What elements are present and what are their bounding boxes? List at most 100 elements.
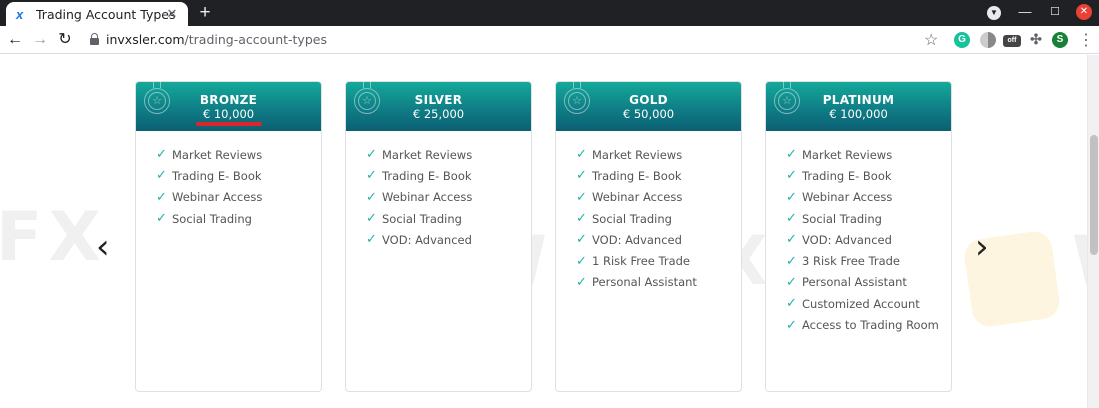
feature-item: ✓ Social Trading [786,208,939,229]
checkmark-icon: ✓ [156,211,167,227]
checkmark-icon: ✓ [786,317,797,333]
carousel-prev-arrow[interactable]: ‹ [96,230,110,264]
extensions-puzzle-icon[interactable]: ✣ [1028,31,1044,47]
url-host: invxsler.com [106,32,185,47]
checkmark-icon: ✓ [786,189,797,205]
feature-label: Trading E- Book [592,168,682,183]
window-close-icon[interactable]: ✕ [1076,4,1092,20]
feature-item: ✓ Market Reviews [156,144,262,165]
feature-item: ✓ 3 Risk Free Trade [786,250,939,271]
checkmark-icon: ✓ [576,211,587,227]
tab-search-dropdown-icon[interactable]: ▼ [987,6,1001,20]
checkmark-icon: ✓ [156,147,167,163]
feature-label: Market Reviews [802,147,893,162]
feature-item: ✓ Webinar Access [786,187,939,208]
feature-item: ✓ VOD: Advanced [366,229,472,250]
plan-price: € 10,000 [202,107,255,121]
checkmark-icon: ✓ [576,147,587,163]
checkmark-icon: ✓ [366,168,377,184]
feature-label: Market Reviews [172,147,263,162]
checkmark-icon: ✓ [576,168,587,184]
lock-icon[interactable] [90,33,99,45]
page-scrollbar[interactable] [1087,55,1099,408]
feature-label: Customized Account [802,296,920,311]
plan-header: ☆ BRONZE € 10,000 [136,80,321,131]
back-arrow-icon[interactable]: ← [5,30,25,50]
checkmark-icon: ✓ [156,168,167,184]
feature-list: ✓ Market Reviews ✓ Trading E- Book ✓ Webinar … [786,144,939,336]
tab-title: Trading Account Types [36,6,176,22]
plan-card-gold: ☆ GOLD € 50,000 ✓ Market Reviews ✓ Trading … [555,80,742,392]
feature-item: ✓ Webinar Access [576,187,697,208]
feature-list: ✓ Market Reviews ✓ Trading E- Book ✓ Webinar … [156,144,262,229]
checkmark-icon: ✓ [786,168,797,184]
feature-label: Webinar Access [172,190,263,205]
feature-item: ✓ Market Reviews [366,144,472,165]
checkmark-icon: ✓ [576,253,587,269]
forward-arrow-icon[interactable]: → [30,30,50,50]
plan-name: BRONZE [199,93,258,107]
scrollbar-thumb[interactable] [1090,135,1098,255]
contrast-extension-icon[interactable] [980,32,996,48]
feature-label: Social Trading [382,211,462,226]
plan-header: ☆ GOLD € 50,000 [556,80,741,131]
feature-item: ✓ Market Reviews [576,144,697,165]
checkmark-icon: ✓ [366,189,377,205]
plan-header: ☆ SILVER € 25,000 [346,80,531,131]
feature-item: ✓ Personal Assistant [786,272,939,293]
window-minimize-icon[interactable]: — [1016,3,1034,21]
feature-label: Webinar Access [802,190,893,205]
grammarly-extension-icon[interactable]: G [954,32,970,48]
new-tab-button[interactable]: + [196,3,214,23]
feature-item: ✓ Trading E- Book [366,165,472,186]
feature-item: ✓ Webinar Access [156,187,262,208]
plan-name: PLATINUM [822,93,895,107]
feature-item: ✓ Social Trading [576,208,697,229]
feature-item: ✓ Webinar Access [366,187,472,208]
browser-menu-icon[interactable]: ⋮ [1078,30,1094,50]
checkmark-icon: ✓ [786,274,797,290]
feature-label: Personal Assistant [802,275,907,290]
checkmark-icon: ✓ [366,147,377,163]
feature-label: 3 Risk Free Trade [802,254,901,269]
feature-label: VOD: Advanced [802,232,892,247]
checkmark-icon: ✓ [576,274,587,290]
window-maximize-icon[interactable]: ☐ [1046,3,1064,21]
feature-item: ✓ Market Reviews [786,144,939,165]
feature-item: ✓ Access to Trading Room [786,314,939,335]
tab-close-icon[interactable]: ✕ [164,6,180,22]
feature-label: VOD: Advanced [382,232,472,247]
feature-label: Market Reviews [382,147,473,162]
off-extension-icon[interactable]: off [1003,35,1021,47]
bookmark-star-icon[interactable]: ☆ [924,30,938,50]
feature-item: ✓ Social Trading [156,208,262,229]
feature-item: ✓ Trading E- Book [576,165,697,186]
feature-label: Trading E- Book [172,168,262,183]
checkmark-icon: ✓ [576,189,587,205]
plan-price: € 100,000 [829,107,888,121]
feature-item: ✓ 1 Risk Free Trade [576,250,697,271]
url-path: /trading-account-types [184,32,327,47]
feature-item: ✓ Trading E- Book [156,165,262,186]
checkmark-icon: ✓ [786,296,797,312]
tab-trading-account-types[interactable]: x Trading Account Types ✕ [6,2,188,26]
feature-label: Social Trading [802,211,882,226]
feature-label: Social Trading [592,211,672,226]
plan-header: ☆ PLATINUM € 100,000 [766,80,951,131]
checkmark-icon: ✓ [576,232,587,248]
feature-label: 1 Risk Free Trade [592,254,691,269]
feature-item: ✓ VOD: Advanced [576,229,697,250]
profile-avatar[interactable]: S [1052,32,1068,48]
plan-name: SILVER [414,93,463,107]
checkmark-icon: ✓ [786,211,797,227]
reload-icon[interactable]: ↻ [55,30,75,50]
browser-toolbar: ← → ↻ invxsler.com/trading-account-types… [0,26,1099,54]
carousel-next-arrow[interactable]: › [975,230,989,264]
feature-item: ✓ Personal Assistant [576,272,697,293]
checkmark-icon: ✓ [366,232,377,248]
feature-item: ✓ Trading E- Book [786,165,939,186]
plan-price: € 50,000 [622,107,675,121]
feature-label: Trading E- Book [382,168,472,183]
address-bar[interactable]: invxsler.com/trading-account-types [106,32,327,47]
price-highlight-mark [196,122,262,126]
